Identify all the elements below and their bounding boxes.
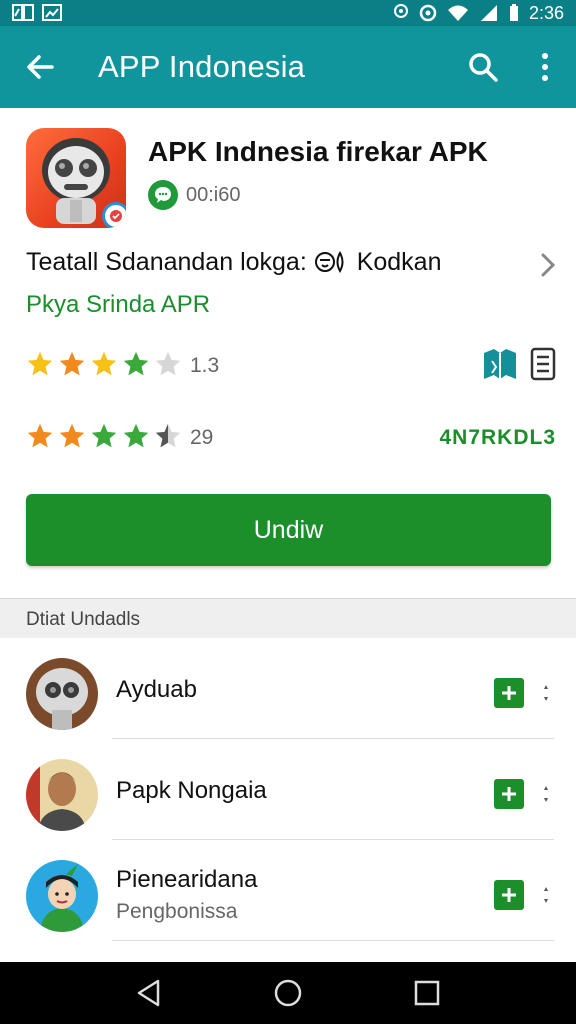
rating-count-1: 1.3 [190,354,220,377]
image-icon [42,4,62,22]
avatar [26,860,98,932]
sync-icon [419,4,437,22]
app-code: 4N7RKDL3 [439,426,556,449]
description-extra: Kodkan [356,248,442,276]
list-item[interactable]: Pienearidana Pengbonissa [0,840,576,941]
back-arrow-icon [27,55,54,79]
add-button[interactable] [494,678,524,708]
app-icon[interactable] [26,128,126,228]
more-options-button[interactable] [514,26,576,108]
description-line: Teatall Sdanandan lokga: Kodkan [26,248,556,281]
more-vert-icon [544,887,548,903]
notification-icon [12,4,34,22]
star-icon [26,422,54,455]
avatar [26,658,98,730]
section-header: Dtiat Undadls [0,598,576,638]
nav-back-icon [138,979,160,1007]
download-button[interactable]: Undiw [26,494,551,566]
star-icon [90,350,118,383]
nav-recents-button[interactable] [397,962,457,1024]
more-vert-icon [544,685,548,701]
more-vert-icon [542,53,548,81]
section-title: Dtiat Undadls [26,609,141,630]
star-icon [154,350,182,383]
item-subtitle: Pengbonissa [116,900,238,923]
item-name: Ayduab [116,676,197,703]
location-icon [393,4,409,22]
verified-badge-icon [102,202,126,228]
signal-icon [479,4,499,22]
app-title: APK Indnesia firekar APK [148,136,488,167]
list-item[interactable]: Papk Nongaia [0,739,576,840]
star-icon [90,422,118,455]
item-more-button[interactable] [536,880,556,910]
star-icon [122,350,150,383]
nav-home-button[interactable] [258,962,318,1024]
face-icon [314,250,350,281]
divider [112,940,554,941]
nav-back-button[interactable] [119,962,179,1024]
star-icon [58,350,86,383]
nav-home-icon [274,979,302,1007]
status-time: 2:36 [528,2,564,23]
chat-icon [148,180,178,210]
nav-recents-icon [414,980,439,1006]
related-list: Ayduab Papk Nongaia Pienearidana Pengbon… [0,638,576,941]
star-rating-2 [26,422,182,455]
rating-row-1: 1.3 [26,346,556,386]
developer-name[interactable]: Pkya Srinda APR [26,291,556,319]
add-button[interactable] [494,880,524,910]
system-nav-bar [0,962,576,1024]
app-size: 00:i60 [186,183,241,206]
add-button[interactable] [494,779,524,809]
battery-icon [509,4,519,22]
plus-icon [502,686,516,700]
description-text: Teatall Sdanandan lokga: [26,248,307,276]
back-button[interactable] [0,26,80,108]
description-row[interactable]: Teatall Sdanandan lokga: Kodkan Pkya Sri… [26,248,556,328]
star-icon [26,350,54,383]
star-icon [58,422,86,455]
app-bar-title: APP Indonesia [98,49,306,84]
app-details: APK Indnesia firekar APK 00:i60 Teatall … [0,108,576,964]
status-bar: 2:36 [0,0,576,26]
star-icon [122,422,150,455]
plus-icon [502,787,516,801]
star-icon [154,422,182,455]
item-name: Pienearidana [116,866,258,893]
app-bar: APP Indonesia [0,26,576,108]
app-meta: 00:i60 [148,180,241,210]
list-item[interactable]: Ayduab [0,638,576,739]
app-header: APK Indnesia firekar APK 00:i60 [26,128,556,232]
document-icon[interactable] [530,347,556,386]
item-more-button[interactable] [536,779,556,809]
item-more-button[interactable] [536,678,556,708]
search-icon [469,53,498,82]
rating-count-2: 29 [190,426,214,449]
item-name: Papk Nongaia [116,777,267,804]
wifi-icon [447,4,469,22]
search-button[interactable] [452,26,514,108]
chevron-right-icon [540,252,556,283]
more-vert-icon [544,786,548,802]
plus-icon [502,888,516,902]
rating-row-2: 29 4N7RKDL3 [26,418,556,458]
book-icon[interactable] [482,347,518,386]
star-rating-1 [26,350,182,383]
avatar [26,759,98,831]
